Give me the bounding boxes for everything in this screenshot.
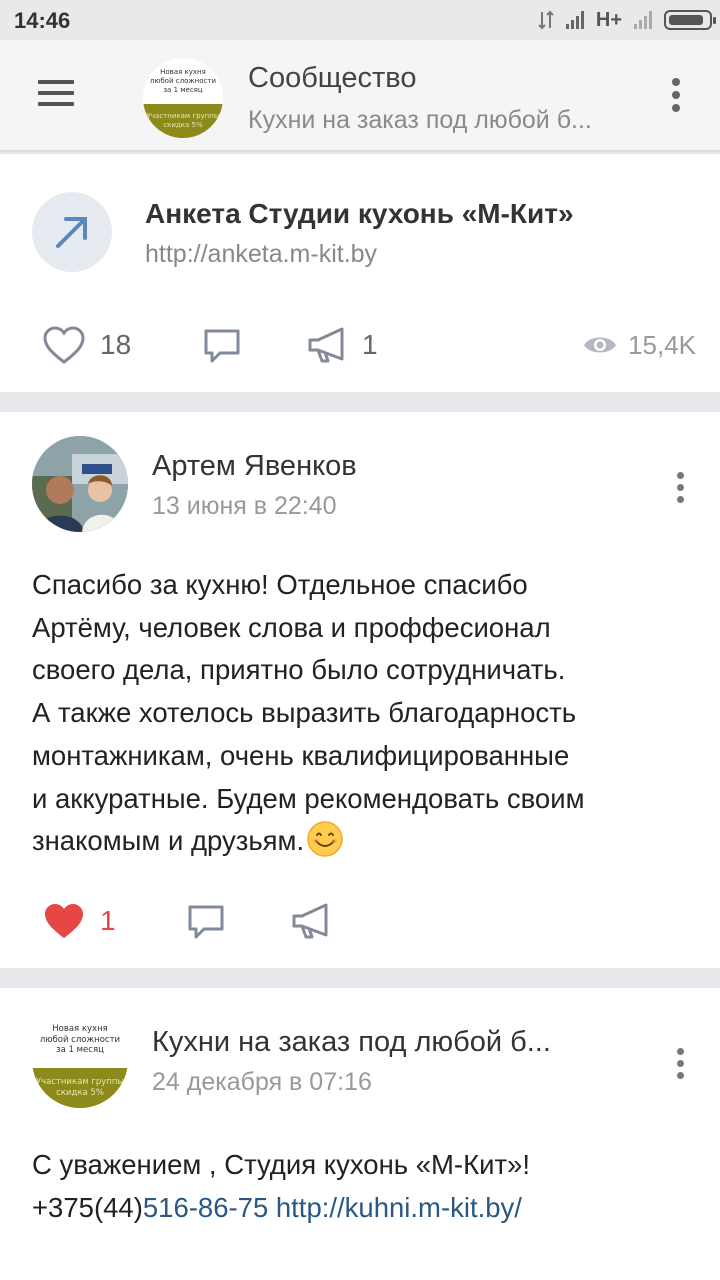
share-button[interactable]: 1 [306,320,378,370]
logo-text: Новая кухня [52,1023,108,1034]
post-actions: 18 1 15,4K [0,320,720,370]
heart-icon [43,326,85,364]
logo-text: за 1 месяц [56,1045,104,1056]
page-title: Сообщество [248,62,417,94]
like-count: 18 [100,329,132,360]
views-count: 15,4K [628,329,696,360]
like-button[interactable]: 1 [42,896,116,946]
megaphone-icon [292,903,328,939]
comment-icon [188,905,224,939]
more-options-icon[interactable] [671,78,681,117]
post-text: Спасибо за кухню! Отдельное спасибо Артё… [32,564,692,863]
views-counter: 15,4K [582,320,696,370]
link-url[interactable]: http://anketa.m-kit.by [145,240,377,269]
post-actions: 1 [0,896,720,946]
like-button[interactable]: 18 [42,320,131,370]
post-options-icon[interactable] [675,472,685,508]
post-date: 13 июня в 22:40 [152,492,337,520]
logo-text: Участникам группы [35,1077,125,1088]
status-time: 14:46 [14,8,71,33]
logo-text: за 1 месяц [163,85,203,94]
logo-text: скидка 5% [56,1087,104,1098]
status-bar: 14:46 H+ [0,0,720,40]
battery-icon [664,10,716,30]
signal-icon-2 [634,11,652,29]
logo-text: любой сложности [39,1034,121,1045]
reply-post-card: Новая кухня любой сложности за 1 месяц У… [0,988,720,1280]
post-author[interactable]: Артем Явенков [152,450,602,483]
link-post-card: Анкета Студии кухонь «М-Кит» http://anke… [0,154,720,392]
share-count: 1 [362,329,378,360]
page-subtitle: Кухни на заказ под любой б... [248,106,592,134]
post-header: Новая кухня любой сложности за 1 месяц У… [0,988,720,1128]
phone-link[interactable]: 516-86-75 [143,1192,268,1223]
heart-filled-icon [45,904,83,938]
community-logo[interactable]: Новая кухня любой сложности за 1 месяц У… [143,58,223,138]
logo-text: скидка 5% [163,121,203,130]
logo-text: Участникам группы [146,112,220,121]
post-line: С уважением , Студия кухонь «М-Кит»! [32,1149,530,1180]
smile-emoji-icon [307,821,343,857]
network-type: H+ [595,8,622,31]
link-icon[interactable] [32,192,112,272]
like-count: 1 [100,905,116,936]
phone-prefix: +375(44) [32,1191,143,1223]
comment-icon [204,329,240,363]
comment-button[interactable] [202,320,242,370]
post-text: С уважением , Студия кухонь «М-Кит»! +37… [32,1144,692,1229]
logo-text: любой сложности [150,76,216,85]
review-post-card: Артем Явенков 13 июня в 22:40 Спасибо за… [0,412,720,968]
post-body: Спасибо за кухню! Отдельное спасибо Артё… [32,569,585,857]
site-link[interactable]: http://kuhni.m-kit.by/ [276,1192,522,1223]
megaphone-icon [308,327,344,363]
menu-icon[interactable] [38,80,74,108]
comment-button[interactable] [186,896,226,946]
post-options-icon[interactable] [675,1048,685,1084]
avatar[interactable] [32,436,128,532]
link-title[interactable]: Анкета Студии кухонь «М-Кит» [145,198,574,230]
post-date: 24 декабря в 07:16 [152,1068,372,1096]
post-author[interactable]: Кухни на заказ под любой б... [152,1026,602,1059]
post-header: Артем Явенков 13 июня в 22:40 [0,412,720,552]
app-header: Новая кухня любой сложности за 1 месяц У… [0,40,720,152]
signal-icon [565,11,584,29]
status-icons: H+ [538,8,716,32]
community-avatar[interactable]: Новая кухня любой сложности за 1 месяц У… [32,1012,128,1108]
logo-text: Новая кухня [160,68,206,77]
share-button[interactable] [290,896,332,946]
data-transfer-icon [538,10,554,30]
eye-icon [584,337,617,353]
